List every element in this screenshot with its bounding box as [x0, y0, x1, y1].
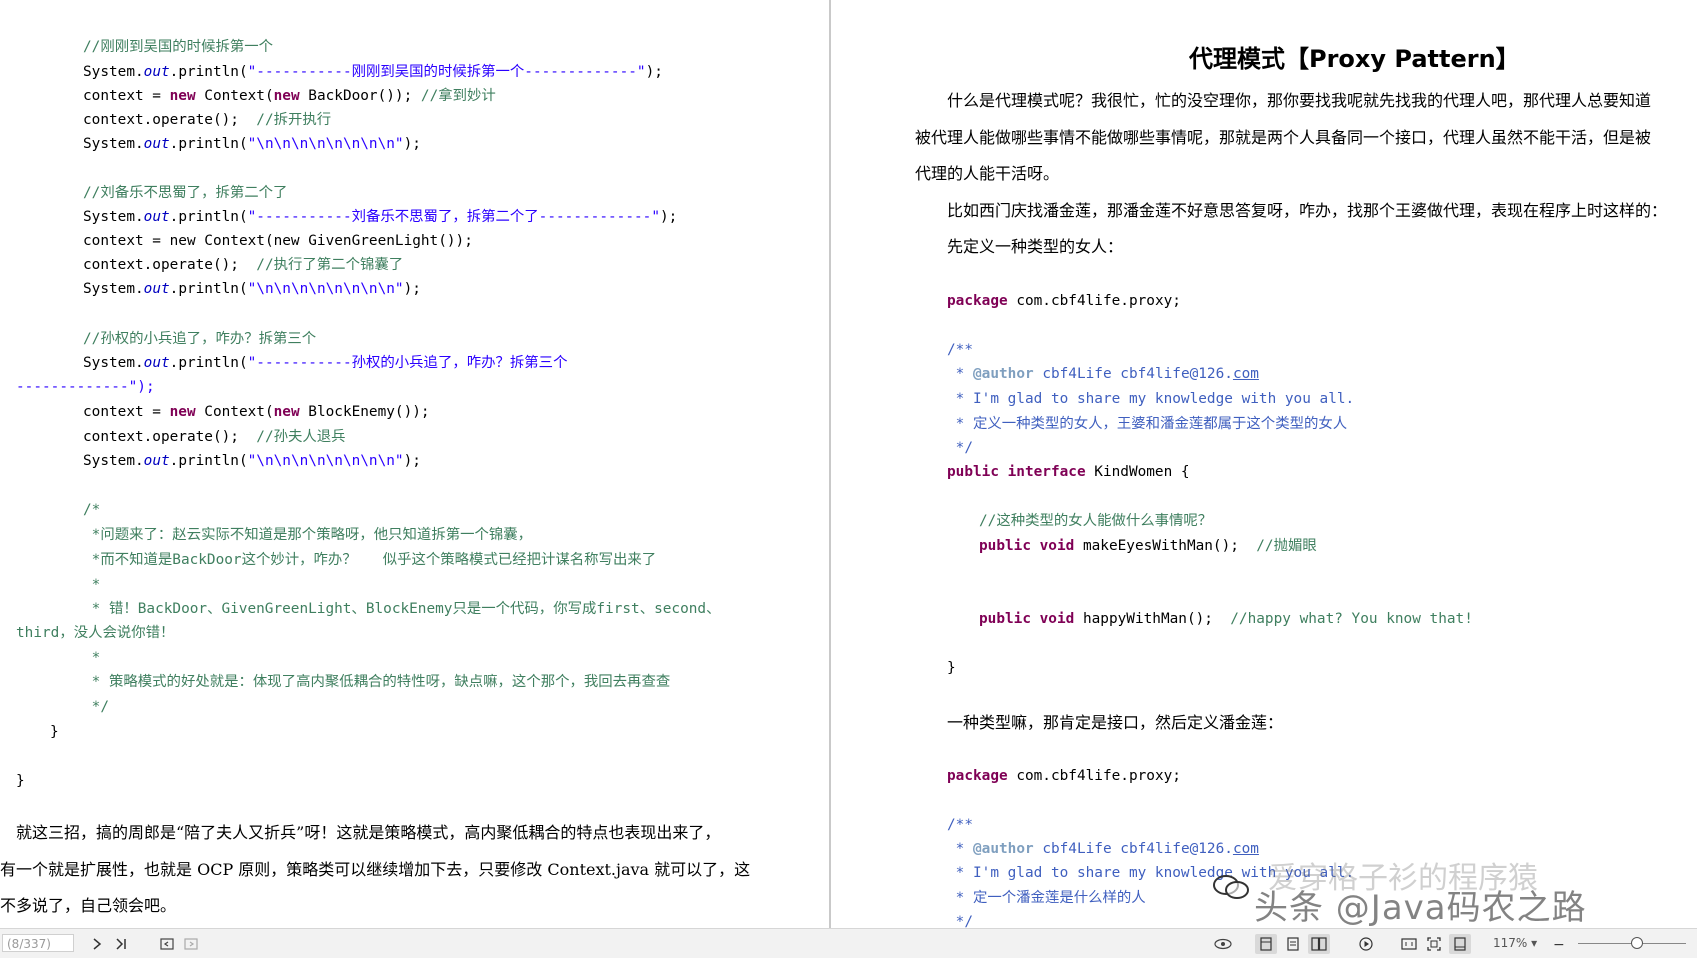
- fit-page-button[interactable]: [1423, 934, 1445, 954]
- code-comment: *问题来了：赵云实际不知道是那个策略呀，他只知道拆第一个锦囊，: [83, 527, 533, 543]
- code-line: public void makeEyesWithMan(); //抛媚眼: [979, 538, 1317, 554]
- continuous-view-button[interactable]: [1282, 934, 1304, 954]
- eye-protection-button[interactable]: [1212, 934, 1234, 954]
- insert-page-button[interactable]: [180, 934, 202, 954]
- code-line: System.out.println("-----------刚刚到吴国的时候拆…: [83, 64, 663, 80]
- single-page-view-button[interactable]: [1255, 934, 1277, 954]
- code-line: System.out.println("-----------刘备乐不思蜀了，拆…: [83, 209, 678, 225]
- javadoc-line: /**: [947, 342, 973, 358]
- code-comment: *而不知道是BackDoor这个妙计，咋办？ 似乎这个策略模式已经把计谋名称写出…: [83, 552, 657, 568]
- code-comment: //刚刚到吴国的时候拆第一个: [83, 39, 274, 55]
- code-line: public void happyWithMan(); //happy what…: [979, 611, 1473, 627]
- javadoc-line: */: [947, 440, 973, 456]
- javadoc-line: * 定义一种类型的女人，王婆和潘金莲都属于这个类型的女人: [947, 416, 1348, 432]
- code-comment: //刘备乐不思蜀了，拆第二个了: [83, 185, 288, 201]
- code-line: context = new Context(new BlockEnemy());: [83, 404, 430, 420]
- left-document-page: //刚刚到吴国的时候拆第一个 System.out.println("-----…: [0, 0, 830, 928]
- code-comment: //孙权的小兵追了，咋办？拆第三个: [83, 331, 317, 347]
- watermark-text: 头条 @Java码农之路: [1254, 888, 1587, 928]
- chevron-down-icon: ▾: [1531, 936, 1538, 950]
- document-page-icon: [1287, 937, 1299, 951]
- code-line: System.out.println("\n\n\n\n\n\n\n\n");: [83, 453, 421, 469]
- forward-to-page-icon: [184, 938, 198, 950]
- status-bar: (8/337) 117% ▾ −: [0, 928, 1697, 958]
- play-button[interactable]: [1355, 934, 1377, 954]
- paragraph-line: 就这三招，搞的周郎是“陪了夫人又折兵”呀！这就是策略模式，高内聚低耦合的特点也表…: [16, 823, 721, 842]
- paragraph-line: 被代理人能做哪些事情不能做哪些事情呢，那就是两个人具备同一个接口，代理人虽然不能…: [915, 128, 1652, 147]
- code-brace: }: [50, 724, 59, 740]
- right-document-page: 代理模式【Proxy Pattern】 什么是代理模式呢？我很忙，忙的没空理你，…: [832, 0, 1697, 928]
- last-page-button[interactable]: [110, 934, 132, 954]
- paragraph-line: 什么是代理模式呢？我很忙，忙的没空理你，那你要找我呢就先找我的代理人吧，那代理人…: [947, 91, 1652, 110]
- zoom-out-button[interactable]: −: [1553, 937, 1565, 953]
- fit-width-button[interactable]: [1398, 934, 1420, 954]
- paragraph-line: 一种类型嘛，那肯定是接口，然后定义潘金莲：: [947, 713, 1284, 732]
- code-comment: * 错！BackDoor、GivenGreenLight、BlockEnemy只…: [83, 601, 721, 617]
- fit-width-icon: [1401, 938, 1417, 950]
- zoom-value: 117%: [1493, 936, 1528, 950]
- code-line: context = new Context(new GivenGreenLigh…: [83, 233, 473, 249]
- paragraph-line: 比如西门庆找潘金莲，那潘金莲不好意思答复呀，咋办，找那个王婆做代理，表现在程序上…: [947, 201, 1668, 220]
- dual-page-view-button[interactable]: [1308, 934, 1330, 954]
- code-comment: */: [83, 699, 109, 715]
- code-line: package com.cbf4life.proxy;: [947, 293, 1181, 309]
- code-brace: }: [16, 773, 25, 789]
- play-icon: [1359, 937, 1373, 951]
- next-page-button[interactable]: [86, 934, 108, 954]
- page-number-input[interactable]: (8/337): [2, 934, 74, 952]
- paragraph-line: 先定义一种类型的女人：: [947, 237, 1124, 256]
- code-line: System.out.println("\n\n\n\n\n\n\n\n");: [83, 136, 421, 152]
- back-to-page-icon: [160, 938, 174, 950]
- eye-icon: [1214, 938, 1232, 950]
- code-comment: third，没人会说你错！: [16, 625, 175, 641]
- chevron-right-icon: [93, 938, 102, 950]
- code-line: public interface KindWomen {: [947, 464, 1190, 480]
- single-page-icon: [1260, 937, 1272, 951]
- actual-size-icon: [1454, 937, 1466, 951]
- javadoc-line: * @author cbf4Life cbf4life@126.com: [947, 366, 1259, 382]
- code-comment: *: [83, 577, 101, 593]
- code-line: -------------");: [16, 379, 155, 395]
- dual-page-icon: [1311, 937, 1327, 951]
- javadoc-line: */: [947, 914, 973, 928]
- paragraph-line: 不多说了，自己领会吧。: [0, 896, 177, 915]
- code-line: package com.cbf4life.proxy;: [947, 768, 1181, 784]
- javadoc-line: * I'm glad to share my knowledge with yo…: [947, 391, 1355, 407]
- code-comment: *: [83, 650, 101, 666]
- code-line: context.operate(); //拆开执行: [83, 112, 332, 128]
- code-comment: //这种类型的女人能做什么事情呢？: [979, 513, 1213, 529]
- fit-page-icon: [1427, 937, 1441, 951]
- last-page-icon: [116, 938, 126, 950]
- real-size-button[interactable]: [1449, 934, 1471, 954]
- paragraph-line: 有一个就是扩展性，也就是 OCP 原则，策略类可以继续增加下去，只要修改 Con…: [0, 860, 751, 879]
- code-brace: }: [947, 660, 956, 676]
- code-comment: /*: [83, 502, 101, 518]
- paragraph-line: 代理的人能干活呀。: [915, 164, 1060, 183]
- code-line: context.operate(); //孙夫人退兵: [83, 429, 346, 445]
- zoom-slider-thumb[interactable]: [1631, 937, 1644, 949]
- code-comment: * 策略模式的好处就是：体现了高内聚低耦合的特性呀，缺点嘛，这个那个，我回去再查…: [83, 674, 671, 690]
- chat-bubble-icon: [1213, 875, 1249, 899]
- code-line: System.out.println("-----------孙权的小兵追了，咋…: [83, 355, 568, 371]
- javadoc-line: * 定一个潘金莲是什么样的人: [947, 890, 1146, 906]
- javadoc-line: /**: [947, 817, 973, 833]
- exit-fullscreen-button[interactable]: [156, 934, 178, 954]
- code-line: System.out.println("\n\n\n\n\n\n\n\n");: [83, 281, 421, 297]
- code-line: context.operate(); //执行了第二个锦囊了: [83, 257, 404, 273]
- code-line: context = new Context(new BackDoor()); /…: [83, 88, 496, 104]
- page-divider: [829, 0, 831, 928]
- section-title: 代理模式【Proxy Pattern】: [1189, 45, 1520, 73]
- zoom-dropdown[interactable]: 117% ▾: [1493, 936, 1537, 950]
- javadoc-line: * @author cbf4Life cbf4life@126.com: [947, 841, 1259, 857]
